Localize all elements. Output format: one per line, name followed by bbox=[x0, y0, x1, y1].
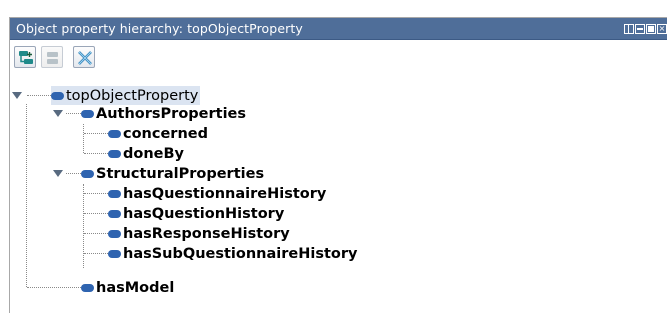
tree-connector bbox=[66, 173, 81, 174]
tree-connector bbox=[83, 184, 84, 268]
collapse-toggle-icon[interactable] bbox=[53, 110, 63, 117]
object-property-icon bbox=[108, 149, 121, 158]
tree-connector bbox=[84, 133, 108, 134]
window-controls: × bbox=[624, 24, 667, 34]
object-property-hierarchy-panel: Object property hierarchy: topObjectProp… bbox=[9, 17, 667, 313]
add-sibling-property-button[interactable] bbox=[41, 46, 63, 68]
tree-connector bbox=[84, 153, 108, 154]
tree-node-label: AuthorsProperties bbox=[96, 105, 247, 122]
object-property-icon bbox=[81, 283, 94, 292]
tree-node-label: concerned bbox=[123, 125, 208, 142]
tree-connector bbox=[83, 124, 84, 153]
collapse-toggle-icon[interactable] bbox=[12, 92, 22, 99]
tree-node-hasquestionhistory[interactable]: hasQuestionHistory bbox=[108, 204, 284, 223]
minimize-icon[interactable] bbox=[635, 24, 645, 34]
panel-titlebar[interactable]: Object property hierarchy: topObjectProp… bbox=[10, 18, 667, 40]
tree-connector bbox=[27, 287, 81, 288]
tree-node-label: hasResponseHistory bbox=[123, 225, 290, 242]
tree-node-label: hasSubQuestionnaireHistory bbox=[123, 245, 358, 262]
object-property-icon bbox=[108, 249, 121, 258]
object-property-icon bbox=[108, 229, 121, 238]
tree-connector bbox=[84, 193, 108, 194]
tree-node-structuralproperties[interactable]: StructuralProperties bbox=[81, 164, 264, 183]
tree-connector bbox=[84, 253, 108, 254]
maximize-icon[interactable] bbox=[646, 24, 656, 34]
tree-node-label: hasQuestionnaireHistory bbox=[123, 185, 327, 202]
delete-property-button[interactable] bbox=[73, 46, 95, 68]
tree-node-label: hasQuestionHistory bbox=[123, 205, 285, 222]
tree-node-doneby[interactable]: doneBy bbox=[108, 144, 184, 163]
object-property-icon bbox=[108, 189, 121, 198]
tree-node-topobjectproperty[interactable]: topObjectProperty bbox=[51, 86, 201, 105]
tree-connector bbox=[27, 95, 51, 96]
tree-node-label: hasModel bbox=[96, 279, 175, 296]
hierarchy-toolbar bbox=[10, 41, 667, 85]
tree-connector bbox=[26, 104, 27, 287]
object-property-icon bbox=[51, 91, 64, 100]
object-property-icon bbox=[108, 129, 121, 138]
tree-node-hasmodel[interactable]: hasModel bbox=[81, 278, 174, 297]
tree-node-authorsproperties[interactable]: AuthorsProperties bbox=[81, 104, 246, 123]
tree-node-hasquestionnairehistory[interactable]: hasQuestionnaireHistory bbox=[108, 184, 326, 203]
object-property-icon bbox=[81, 109, 94, 118]
add-subproperty-button[interactable] bbox=[14, 46, 36, 68]
object-property-icon bbox=[81, 169, 94, 178]
property-tree[interactable]: topObjectProperty AuthorsProperties conc… bbox=[10, 86, 667, 313]
panel-title: Object property hierarchy: topObjectProp… bbox=[16, 21, 303, 36]
tree-node-label: doneBy bbox=[123, 145, 185, 162]
tree-node-hasresponsehistory[interactable]: hasResponseHistory bbox=[108, 224, 290, 243]
delete-property-icon bbox=[78, 51, 92, 65]
add-sibling-property-icon bbox=[47, 52, 58, 64]
collapse-toggle-icon[interactable] bbox=[53, 170, 63, 177]
close-icon[interactable]: × bbox=[657, 24, 667, 34]
tree-connector bbox=[84, 233, 108, 234]
tree-node-label: topObjectProperty bbox=[66, 87, 199, 104]
tree-node-hassubquestionnairehistory[interactable]: hasSubQuestionnaireHistory bbox=[108, 244, 357, 263]
split-view-icon[interactable] bbox=[624, 24, 634, 34]
tree-connector bbox=[66, 113, 81, 114]
tree-node-label: StructuralProperties bbox=[96, 165, 265, 182]
tree-connector bbox=[84, 213, 108, 214]
object-property-icon bbox=[108, 209, 121, 218]
tree-node-concerned[interactable]: concerned bbox=[108, 124, 208, 143]
add-subproperty-icon bbox=[19, 51, 33, 64]
